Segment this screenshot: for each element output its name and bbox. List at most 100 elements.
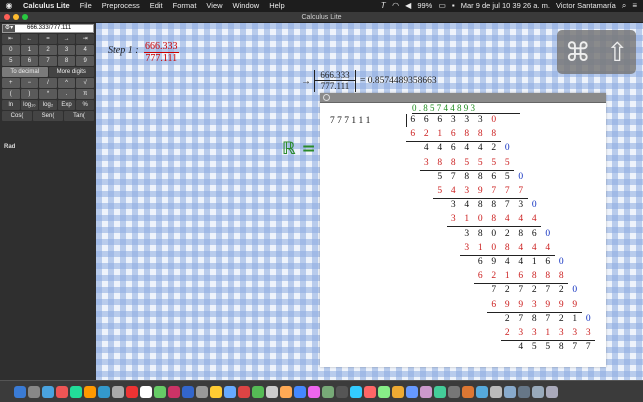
key-6[interactable]: 6	[20, 56, 39, 66]
dock-app-icon[interactable]	[322, 385, 334, 398]
key-decimal-point[interactable]: .	[57, 89, 76, 99]
text-tool-icon[interactable]: 𝑇	[381, 0, 386, 12]
more-digits-button[interactable]: More digits	[48, 67, 94, 77]
flag-icon[interactable]: ▪	[452, 0, 455, 12]
key-5[interactable]: 5	[2, 56, 20, 66]
key-left[interactable]: ←	[20, 34, 39, 44]
dock-app-icon[interactable]	[364, 385, 376, 398]
key-right[interactable]: →	[57, 34, 76, 44]
key-7[interactable]: 7	[39, 56, 57, 66]
command-key-icon[interactable]: ⌘	[565, 37, 591, 68]
dock-app-icon[interactable]	[196, 385, 208, 398]
dock-app-icon[interactable]	[392, 385, 404, 398]
app-menu[interactable]: Calculus Lite	[18, 0, 75, 12]
dock-app-icon[interactable]	[378, 385, 390, 398]
dock-app-icon[interactable]	[112, 385, 124, 398]
sheet-menu-icon[interactable]	[323, 94, 330, 101]
key-sin[interactable]: Sen(	[33, 111, 63, 121]
dock-app-icon[interactable]	[168, 385, 180, 398]
battery-percent[interactable]: 99%	[417, 0, 432, 12]
dock-app-icon[interactable]	[308, 385, 320, 398]
dock-app-icon[interactable]	[182, 385, 194, 398]
key-cos[interactable]: Cos(	[2, 111, 32, 121]
dock-app-icon[interactable]	[266, 385, 278, 398]
dock-app-icon[interactable]	[154, 385, 166, 398]
minimize-window-button[interactable]	[13, 14, 19, 20]
dock-app-icon[interactable]	[406, 385, 418, 398]
zoom-window-button[interactable]	[22, 14, 28, 20]
menu-view[interactable]: View	[201, 0, 227, 12]
key-divide[interactable]: /	[39, 78, 57, 88]
dock-app-icon[interactable]	[28, 385, 40, 398]
spotlight-search-icon[interactable]: ⌕	[622, 0, 626, 12]
to-decimal-button[interactable]: To decimal	[2, 67, 48, 77]
dock-app-icon[interactable]	[462, 385, 474, 398]
battery-icon[interactable]: ▭	[438, 0, 446, 12]
dock-app-icon[interactable]	[448, 385, 460, 398]
expression-input[interactable]: ⚙▾ 666.333/777.111	[2, 24, 94, 33]
key-exp[interactable]: Exp	[57, 100, 76, 110]
key-open-paren[interactable]: (	[2, 89, 20, 99]
volume-icon[interactable]: ◀	[405, 0, 411, 12]
dock-app-icon[interactable]	[252, 385, 264, 398]
dock-app-icon[interactable]	[98, 385, 110, 398]
key-pi[interactable]: π	[76, 89, 94, 99]
dock-app-icon[interactable]	[504, 385, 516, 398]
key-1[interactable]: 1	[20, 45, 39, 55]
key-sqrt[interactable]: √	[76, 78, 94, 88]
key-percent[interactable]: %	[76, 100, 94, 110]
key-minus[interactable]: −	[20, 78, 39, 88]
dock-app-icon[interactable]	[224, 385, 236, 398]
wifi-icon[interactable]: ◠	[392, 0, 399, 12]
key-0[interactable]: 0	[2, 45, 20, 55]
key-end[interactable]: ⇥	[76, 34, 94, 44]
dock-app-icon[interactable]	[56, 385, 68, 398]
gear-dropdown-icon[interactable]: ⚙▾	[3, 25, 15, 32]
dock-app-icon[interactable]	[14, 385, 26, 398]
dock-app-icon[interactable]	[532, 385, 544, 398]
dock-app-icon[interactable]	[420, 385, 432, 398]
dock-app-icon[interactable]	[518, 385, 530, 398]
dock-app-icon[interactable]	[210, 385, 222, 398]
dock-app-icon[interactable]	[476, 385, 488, 398]
menu-edit[interactable]: Edit	[145, 0, 168, 12]
key-plus[interactable]: +	[2, 78, 20, 88]
key-tan[interactable]: Tan(	[64, 111, 94, 121]
shift-key-icon[interactable]: ⇧	[606, 37, 628, 68]
dock-app-icon[interactable]	[294, 385, 306, 398]
key-power[interactable]: ^	[57, 78, 76, 88]
clock[interactable]: Mar 9 de jul 10 39 26 a. m.	[461, 0, 550, 12]
key-3[interactable]: 3	[57, 45, 76, 55]
key-close-paren[interactable]: )	[20, 89, 39, 99]
key-8[interactable]: 8	[57, 56, 76, 66]
menu-window[interactable]: Window	[228, 0, 265, 12]
dock-app-icon[interactable]	[238, 385, 250, 398]
close-window-button[interactable]	[4, 14, 10, 20]
dock-app-icon[interactable]	[126, 385, 138, 398]
menu-preprocess[interactable]: Preprocess	[97, 0, 145, 12]
menu-help[interactable]: Help	[264, 0, 289, 12]
key-multiply[interactable]: *	[39, 89, 57, 99]
dock-app-icon[interactable]	[490, 385, 502, 398]
dock-app-icon[interactable]	[546, 385, 558, 398]
dock-app-icon[interactable]	[84, 385, 96, 398]
notification-center-icon[interactable]: ≡	[632, 0, 637, 12]
menu-format[interactable]: Format	[168, 0, 202, 12]
user-name[interactable]: Victor Santamaría	[556, 0, 616, 12]
key-log2[interactable]: log₂	[39, 100, 57, 110]
dock-app-icon[interactable]	[42, 385, 54, 398]
key-home[interactable]: ⇤	[2, 34, 20, 44]
key-log10[interactable]: log₁₀	[20, 100, 39, 110]
dock-app-icon[interactable]	[70, 385, 82, 398]
key-ln[interactable]: ln	[2, 100, 20, 110]
menu-file[interactable]: File	[75, 0, 97, 12]
key-equals[interactable]: =	[39, 34, 57, 44]
dock-app-icon[interactable]	[140, 385, 152, 398]
dock-app-icon[interactable]	[280, 385, 292, 398]
dock-app-icon[interactable]	[350, 385, 362, 398]
angle-mode-label[interactable]: Rad	[4, 144, 15, 150]
dock-app-icon[interactable]	[336, 385, 348, 398]
apple-menu-icon[interactable]: ◉	[0, 0, 18, 12]
key-4[interactable]: 4	[76, 45, 94, 55]
key-9[interactable]: 9	[76, 56, 94, 66]
